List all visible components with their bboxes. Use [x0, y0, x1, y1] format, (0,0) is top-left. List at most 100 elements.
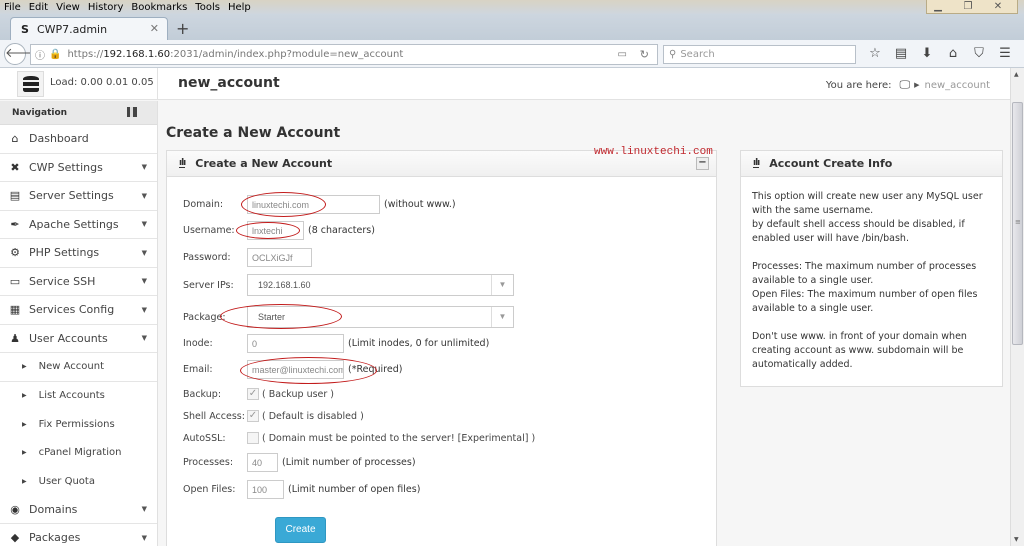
caret-down-icon: ▼ — [141, 334, 147, 343]
shell-access-checkbox[interactable]: ✓ — [247, 410, 259, 422]
sidebar-subitem-label: User Quota — [38, 475, 95, 487]
back-arrow-icon[interactable]: 🡐 — [4, 43, 40, 65]
autossl-hint: ( Domain must be pointed to the server! … — [262, 432, 536, 444]
autossl-checkbox[interactable] — [247, 432, 259, 444]
tab-close-icon[interactable]: ✕ — [150, 22, 159, 35]
dropdown-arrow-icon: ▼ — [491, 275, 513, 295]
domain-hint: (without www.) — [384, 199, 456, 210]
gear-icon: ⚙ — [10, 246, 20, 260]
sidebar-subitem-fix-permissions[interactable]: ▶ Fix Permissions — [0, 410, 157, 439]
tab-strip: S CWP7.admin ✕ + — [0, 14, 1024, 40]
collapse-button[interactable]: − — [696, 157, 709, 170]
package-select[interactable]: Starter ▼ — [247, 306, 514, 328]
server-ips-select[interactable]: 192.168.1.60 ▼ — [247, 274, 514, 296]
sidebar-subitem-label: cPanel Migration — [38, 447, 122, 459]
open-files-row: Open Files: 100 (Limit number of open fi… — [183, 480, 420, 499]
scrollbar-thumb[interactable]: ≡ — [1012, 102, 1023, 345]
pocket-icon[interactable]: ⛉ — [966, 44, 992, 64]
download-icon[interactable]: ⬇ — [914, 44, 940, 64]
browser-tab[interactable]: S CWP7.admin ✕ — [10, 17, 168, 40]
info-icon[interactable]: ⓘ — [35, 47, 45, 62]
menu-help[interactable]: Help — [228, 2, 251, 13]
caret-right-icon: ▶ — [22, 449, 27, 457]
processes-input[interactable]: 40 — [247, 453, 278, 472]
inbox-icon: ▦ — [9, 303, 21, 317]
reader-view-icon[interactable]: ▭ — [618, 49, 627, 60]
password-row: Password: OCLXiGJf — [183, 248, 312, 267]
restore-icon[interactable]: ❐ — [957, 0, 979, 13]
sidebar-item-server-settings[interactable]: ▤ Server Settings ▼ — [0, 182, 157, 211]
password-input[interactable]: OCLXiGJf — [247, 248, 312, 267]
home-icon[interactable]: ⌂ — [940, 44, 966, 64]
sidebar-item-label: User Accounts — [29, 331, 108, 345]
password-label: Password: — [183, 252, 231, 263]
sidebar-item-cwp-settings[interactable]: ✖ CWP Settings ▼ — [0, 154, 157, 182]
sidebar-item-label: Packages — [29, 531, 81, 545]
username-row: Username: lnxtechi (8 characters) — [183, 221, 375, 240]
new-tab-icon[interactable]: + — [176, 19, 189, 38]
package-label: Package: — [183, 311, 226, 323]
search-input[interactable]: ⚲ Search — [663, 45, 856, 64]
email-hint: (*Required) — [348, 364, 403, 375]
inode-row: Inode: 0 (Limit inodes, 0 for unlimited) — [183, 334, 489, 353]
sidebar-item-dashboard[interactable]: ⌂ Dashboard — [0, 125, 157, 154]
close-icon[interactable]: ✕ — [987, 0, 1009, 13]
sidebar-subitem-cpanel-migration[interactable]: ▶ cPanel Migration — [0, 438, 157, 467]
monitor-icon[interactable]: 🖵 — [899, 78, 910, 92]
caret-right-icon: ▶ — [22, 392, 27, 400]
info-body: This option will create new user any MyS… — [741, 177, 1002, 399]
server-ips-label: Server IPs: — [183, 279, 234, 291]
sidebar-item-label: Server Settings — [29, 189, 114, 203]
info-paragraph: Processes: The maximum number of process… — [752, 261, 978, 314]
sidebar-item-service-ssh[interactable]: ▭ Service SSH ▼ — [0, 268, 157, 296]
processes-row: Processes: 40 (Limit number of processes… — [183, 453, 416, 472]
open-files-input[interactable]: 100 — [247, 480, 284, 499]
domain-input[interactable]: linuxtechi.com — [247, 195, 380, 214]
sidebar-subitem-list-accounts[interactable]: ▶ List Accounts — [0, 381, 157, 410]
url-bar[interactable]: ⓘ 🔒 https://192.168.1.60:2031/admin/inde… — [30, 44, 658, 65]
scroll-down-icon[interactable]: ▼ — [1014, 536, 1019, 543]
sidebar-item-apache-settings[interactable]: ✒ Apache Settings ▼ — [0, 211, 157, 239]
caret-right-icon: ▶ — [22, 363, 27, 371]
autossl-row: AutoSSL: ( Domain must be pointed to the… — [183, 432, 535, 444]
star-icon[interactable]: ☆ — [862, 44, 888, 64]
scroll-up-icon[interactable]: ▲ — [1014, 71, 1019, 78]
sidebar-toggle-icon[interactable] — [127, 107, 137, 117]
sidebar-item-packages[interactable]: ◆ Packages ▼ — [0, 524, 157, 546]
sidebar-item-user-accounts[interactable]: ♟ User Accounts ▼ — [0, 325, 157, 353]
user-icon: ♟ — [10, 331, 20, 345]
vertical-scrollbar[interactable]: ▲ ≡ ▼ — [1010, 68, 1024, 546]
lock-warning-icon[interactable]: 🔒 — [49, 49, 61, 60]
section-heading: Create a New Account — [166, 125, 341, 141]
sidebar-item-domains[interactable]: ◉ Domains ▼ — [0, 496, 157, 524]
menu-view[interactable]: View — [56, 2, 80, 13]
sidebar-item-services-config[interactable]: ▦ Services Config ▼ — [0, 296, 157, 325]
email-input[interactable]: master@linuxtechi.com — [247, 360, 344, 379]
menu-history[interactable]: History — [88, 2, 124, 13]
page: Load: 0.00 0.01 0.05 new_account You are… — [0, 68, 1010, 546]
database-icon[interactable] — [17, 71, 44, 97]
username-input[interactable]: lnxtechi — [247, 221, 304, 240]
menu-edit[interactable]: Edit — [29, 2, 48, 13]
create-button[interactable]: Create — [275, 517, 326, 543]
navigation-heading: Navigation — [12, 107, 68, 118]
reload-icon[interactable]: ↻ — [640, 48, 649, 61]
email-row: Email: master@linuxtechi.com (*Required) — [183, 360, 402, 379]
menu-tools[interactable]: Tools — [195, 2, 220, 13]
menu-file[interactable]: File — [4, 2, 21, 13]
package-value: Starter — [258, 312, 286, 322]
menu-bar: File Edit View History Bookmarks Tools H… — [0, 0, 1024, 14]
sidebar-subitem-new-account[interactable]: ▶ New Account — [0, 353, 157, 382]
sidebar-subitem-user-quota[interactable]: ▶ User Quota — [0, 467, 157, 496]
feather-icon: ✒ — [10, 217, 20, 231]
sidebar-item-php-settings[interactable]: ⚙ PHP Settings ▼ — [0, 239, 157, 268]
domain-row: Domain: linuxtechi.com (without www.) — [183, 195, 456, 214]
sidebar-subitem-label: New Account — [38, 361, 104, 373]
backup-checkbox[interactable]: ✓ — [247, 388, 259, 400]
minimize-icon[interactable]: ▁ — [927, 0, 949, 13]
menu-icon[interactable]: ☰ — [992, 44, 1018, 64]
inode-input[interactable]: 0 — [247, 334, 344, 353]
menu-bookmarks[interactable]: Bookmarks — [131, 2, 187, 13]
caret-down-icon: ▼ — [141, 163, 147, 172]
reading-list-icon[interactable]: ▤ — [888, 44, 914, 64]
